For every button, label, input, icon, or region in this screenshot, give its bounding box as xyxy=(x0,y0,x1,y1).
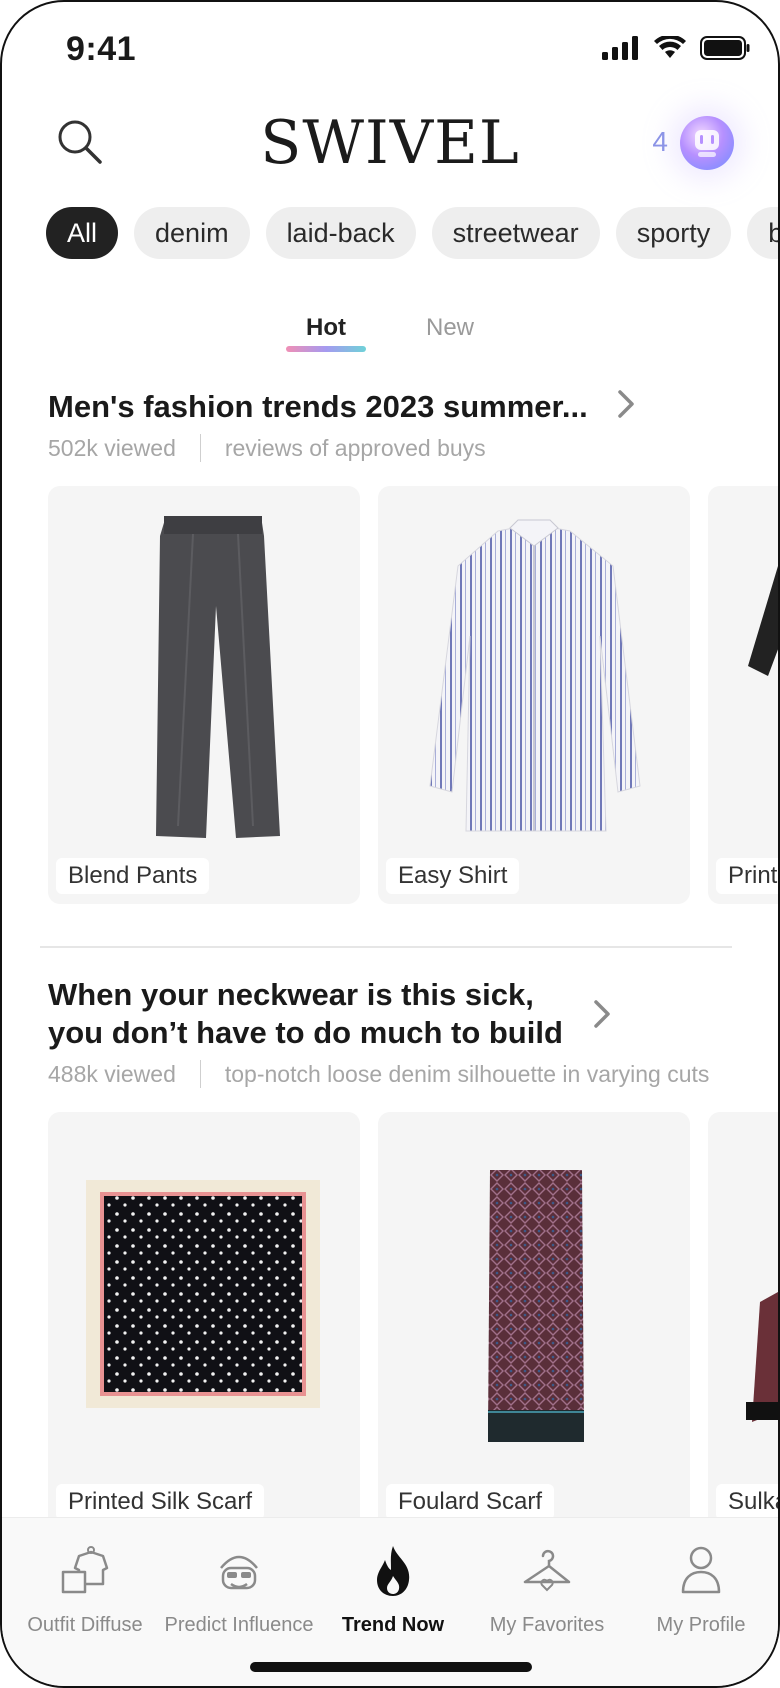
nav-label: Predict Influence xyxy=(164,1614,314,1636)
credits-count: 4 xyxy=(652,126,668,157)
view-count: 488k viewed xyxy=(48,1060,176,1087)
nav-label: Outfit Diffuse xyxy=(27,1614,143,1636)
product-card[interactable]: Printed Silk Scarf xyxy=(48,1112,360,1530)
app-header: SWIVEL 4 xyxy=(2,102,778,182)
section-meta: 488k viewed top-notch loose denim silhou… xyxy=(48,1060,709,1088)
meta-divider xyxy=(199,1060,201,1088)
section-title[interactable]: Men's fashion trends 2023 summer... xyxy=(48,388,588,426)
feed-tabs: Hot New xyxy=(2,314,778,354)
style-filter-chips: All denim laid-back streetwear sporty b xyxy=(46,207,778,259)
chevron-right-icon[interactable] xyxy=(614,386,638,430)
section-tagline: top-notch loose denim silhouette in vary… xyxy=(224,1060,710,1087)
meta-divider xyxy=(199,434,201,462)
flame-icon xyxy=(316,1540,470,1600)
section-tagline: reviews of approved buys xyxy=(224,434,486,461)
signal-icon xyxy=(602,36,638,60)
battery-icon xyxy=(700,36,750,60)
product-card[interactable]: Easy Shirt xyxy=(378,486,690,904)
product-card[interactable]: Sulka xyxy=(708,1112,778,1530)
section-meta: 502k viewed reviews of approved buys xyxy=(48,434,486,462)
tee-image-partial xyxy=(748,566,778,676)
product-card[interactable]: Blend Pants xyxy=(48,486,360,904)
chip-laid-back[interactable]: laid-back xyxy=(265,207,416,259)
product-label: Printed Silk Scarf xyxy=(56,1484,265,1520)
section-title-line-2: you don’t have to do much to build xyxy=(48,1015,563,1050)
predict-influence-icon xyxy=(162,1540,316,1600)
nav-outfit-diffuse[interactable]: Outfit Diffuse xyxy=(8,1540,162,1637)
tab-new[interactable]: New xyxy=(406,314,494,354)
section-divider xyxy=(40,946,732,948)
status-time: 9:41 xyxy=(66,30,137,68)
product-label: Blend Pants xyxy=(56,858,210,894)
product-card[interactable]: Printe xyxy=(708,486,778,904)
nav-label: My Profile xyxy=(656,1614,746,1636)
product-card-row: Blend Pants Easy Shirt Print xyxy=(48,486,778,904)
foulard-scarf-image xyxy=(488,1170,584,1442)
chip-denim[interactable]: denim xyxy=(134,207,250,259)
chip-all[interactable]: All xyxy=(46,207,119,259)
product-label: Foulard Scarf xyxy=(386,1484,555,1520)
wifi-icon xyxy=(654,36,686,58)
nav-my-profile[interactable]: My Profile xyxy=(624,1540,778,1637)
pants-image xyxy=(156,516,280,838)
product-label: Printe xyxy=(716,858,778,894)
shirt-image xyxy=(429,519,641,832)
product-label: Sulka xyxy=(716,1484,778,1520)
sulka-scarf-image-partial xyxy=(746,1292,778,1422)
nav-predict-influence[interactable]: Predict Influence xyxy=(162,1540,316,1637)
product-label: Easy Shirt xyxy=(386,858,520,894)
status-icons xyxy=(602,36,750,60)
chip-streetwear[interactable]: streetwear xyxy=(431,207,600,259)
view-count: 502k viewed xyxy=(48,434,176,461)
product-card-row: Printed Silk Scarf Foulard Scarf Sulk xyxy=(48,1112,778,1530)
bottom-navigation: Outfit Diffuse Predict Influence Trend N… xyxy=(2,1517,778,1686)
hanger-heart-icon xyxy=(470,1540,624,1600)
chip-partial[interactable]: b xyxy=(747,207,778,259)
nav-label: My Favorites xyxy=(489,1614,605,1636)
nav-my-favorites[interactable]: My Favorites xyxy=(470,1540,624,1637)
chevron-right-icon[interactable] xyxy=(590,996,614,1040)
home-indicator xyxy=(250,1662,532,1672)
nav-label: Trend Now xyxy=(341,1614,445,1636)
status-bar: 9:41 xyxy=(2,2,778,92)
product-card[interactable]: Foulard Scarf xyxy=(378,1112,690,1530)
chip-sporty[interactable]: sporty xyxy=(615,207,732,259)
person-icon xyxy=(624,1540,778,1600)
section-title-line-1: When your neckwear is this sick, xyxy=(48,977,534,1012)
tab-hot-label: Hot xyxy=(306,314,346,341)
ai-assistant-button[interactable] xyxy=(680,116,734,170)
ai-avatar-icon xyxy=(695,130,719,157)
tab-hot[interactable]: Hot xyxy=(286,314,366,354)
nav-trend-now[interactable]: Trend Now xyxy=(316,1540,470,1637)
tab-new-label: New xyxy=(425,314,474,341)
phone-frame: 9:41 SWIVEL 4 All denim laid-back street… xyxy=(0,0,780,1688)
section-title[interactable]: When your neckwear is this sick, you don… xyxy=(48,976,563,1052)
silk-scarf-image xyxy=(86,1180,320,1408)
tab-active-underline xyxy=(286,346,366,352)
outfit-diffuse-icon xyxy=(8,1540,162,1600)
